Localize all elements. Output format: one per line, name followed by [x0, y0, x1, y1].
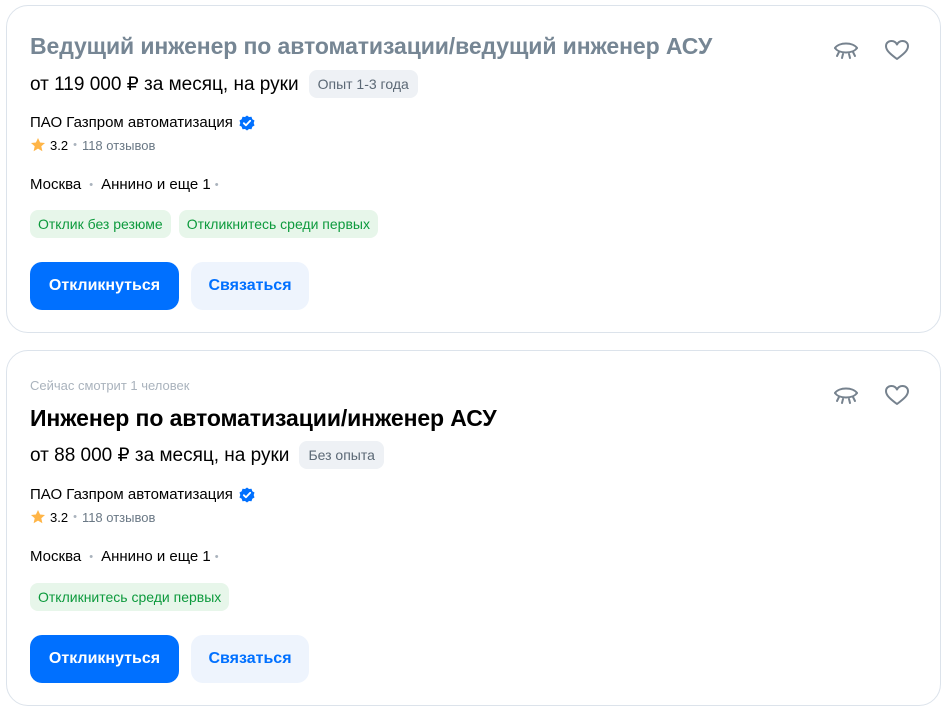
city: Москва: [30, 176, 82, 193]
reviews-link[interactable]: 118 отзывов: [82, 138, 155, 153]
metro-station: Аннино и еще 1: [101, 548, 211, 565]
company-row: ПАО Газпром автоматизация: [30, 486, 255, 503]
contact-button[interactable]: Связаться: [191, 262, 309, 310]
viewing-now-label: Сейчас смотрит 1 человек: [30, 378, 190, 393]
rating-value: 3.2: [50, 509, 69, 525]
verified-check-icon: [239, 115, 255, 130]
star-icon: [31, 510, 45, 524]
tag-no-resume: Отклик без резюме: [30, 210, 171, 238]
eye-closed-icon: [834, 42, 858, 59]
tags-row: Откликнитесь среди первых: [30, 583, 230, 611]
vacancy-card[interactable]: Ведущий инженер по автоматизации/ведущий…: [6, 5, 941, 333]
heart-icon: [885, 40, 909, 60]
favorite-button[interactable]: [881, 379, 913, 411]
salary: от 88 000 ₽ за месяц, на руки: [30, 444, 290, 466]
hide-vacancy-button[interactable]: [830, 379, 862, 411]
company-row: ПАО Газпром автоматизация: [30, 114, 255, 131]
verified-check-icon: [239, 487, 255, 502]
tag-respond-first: Откликнитесь среди первых: [30, 583, 230, 611]
salary-row: от 119 000 ₽ за месяц, на руки Опыт 1-3 …: [30, 70, 418, 98]
metro-station: Аннино и еще 1: [101, 176, 211, 193]
city: Москва: [30, 548, 82, 565]
actions-row: Откликнуться Связаться: [30, 635, 309, 683]
tags-row: Отклик без резюме Откликнитесь среди пер…: [30, 210, 378, 238]
company-name-link[interactable]: ПАО Газпром автоматизация: [30, 486, 233, 503]
separator-dot: •: [214, 178, 219, 191]
apply-button[interactable]: Откликнуться: [30, 262, 179, 310]
rating-row: 3.2 • 118 отзывов: [30, 137, 155, 153]
location-row: Москва • Аннино и еще 1 •: [30, 548, 219, 565]
location-row: Москва • Аннино и еще 1 •: [30, 176, 219, 193]
separator-dot: •: [73, 511, 77, 523]
experience-badge: Без опыта: [299, 441, 384, 469]
vacancy-card[interactable]: Сейчас смотрит 1 человек Инженер по авто…: [6, 350, 941, 706]
favorite-button[interactable]: [881, 34, 913, 66]
apply-button[interactable]: Откликнуться: [30, 635, 179, 683]
rating-value: 3.2: [50, 137, 69, 153]
rating-row: 3.2 • 118 отзывов: [30, 509, 155, 525]
reviews-link[interactable]: 118 отзывов: [82, 510, 155, 525]
salary-row: от 88 000 ₽ за месяц, на руки Без опыта: [30, 441, 384, 469]
vacancy-title-link[interactable]: Инженер по автоматизации/инженер АСУ: [30, 405, 497, 432]
contact-button[interactable]: Связаться: [191, 635, 309, 683]
separator-dot: •: [89, 178, 94, 191]
heart-icon: [885, 385, 909, 405]
tag-respond-first: Откликнитесь среди первых: [178, 210, 378, 238]
separator-dot: •: [214, 550, 219, 563]
company-name-link[interactable]: ПАО Газпром автоматизация: [30, 114, 233, 131]
actions-row: Откликнуться Связаться: [30, 262, 309, 310]
separator-dot: •: [89, 550, 94, 563]
star-icon: [31, 138, 45, 152]
eye-closed-icon: [834, 387, 858, 404]
vacancy-title-link[interactable]: Ведущий инженер по автоматизации/ведущий…: [30, 33, 712, 60]
salary: от 119 000 ₽ за месяц, на руки: [30, 73, 299, 95]
separator-dot: •: [73, 139, 77, 151]
hide-vacancy-button[interactable]: [830, 34, 862, 66]
experience-badge: Опыт 1-3 года: [308, 70, 418, 98]
